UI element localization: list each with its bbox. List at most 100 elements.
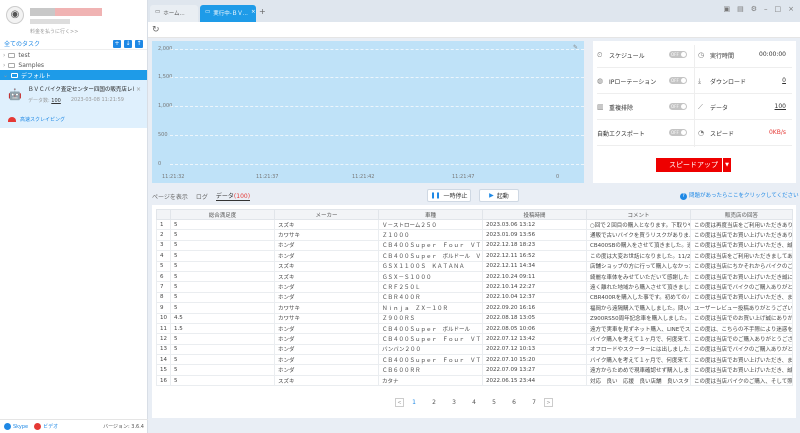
- reload-icon[interactable]: ↻: [152, 25, 160, 35]
- autoexport-toggle[interactable]: OFF: [669, 129, 687, 136]
- table-row[interactable]: 1 5 スズキ Ｖ－ストローム２５０ 2023.03.06 13:12 ○回で２回目の購入…: [156, 218, 793, 231]
- upgrade-link[interactable]: 料金を払うに行く>>: [30, 28, 78, 35]
- table-row[interactable]: 10 4.5 カワサキ Ｚ９００ＲＳ 2022.08.18 13:05 Z900RS50周…: [156, 312, 793, 324]
- close-window-icon[interactable]: ×: [788, 5, 794, 13]
- globe-icon: ◍: [597, 77, 604, 85]
- table-cell: 2022.12.11 14:34: [482, 260, 587, 272]
- next-page-button[interactable]: >: [544, 398, 553, 407]
- table-row[interactable]: 8 5 ホンダ ＣＢＲ４００Ｒ 2022.10.04 12:37 CBR400Rを購入した…: [156, 291, 793, 304]
- skype-icon: [4, 423, 11, 430]
- table-cell: 14: [156, 354, 171, 366]
- page-button[interactable]: 6: [504, 399, 524, 406]
- new-folder-icon[interactable]: +: [113, 39, 121, 48]
- dedupe-toggle[interactable]: OFF: [669, 103, 687, 110]
- table-cell: 5: [170, 343, 275, 356]
- close-icon[interactable]: ×: [136, 86, 141, 93]
- minimize-icon[interactable]: –: [764, 5, 768, 13]
- table-row[interactable]: 2 5 カワサキ Ｚ１０００ 2023.01.09 13:56 通販で古いバイクを買うリス…: [156, 229, 793, 241]
- page-button[interactable]: 3: [444, 399, 464, 406]
- page-button[interactable]: 5: [484, 399, 504, 406]
- help-link[interactable]: ? 問題があったらここをクリックしてください: [680, 191, 799, 200]
- grid-line: [170, 164, 584, 165]
- tree-item-default[interactable]: ⌄ デフォルト: [0, 70, 147, 80]
- table-row[interactable]: 6 5 スズキ ＧＳＸ－Ｓ１０００ 2022.10.24 09:11 綺麗な車体をみせてい…: [156, 270, 793, 283]
- tab-log[interactable]: ログ: [196, 192, 208, 201]
- table-cell: スズキ: [274, 218, 379, 231]
- table-row[interactable]: 4 5 ホンダ ＣＢ４００Ｓｕｐｅｒ ボルドール ＶＴ... 2022.12.11 16…: [156, 250, 793, 262]
- grid-line: [170, 135, 584, 136]
- tree-item-test[interactable]: › test: [0, 50, 147, 60]
- schedule-toggle[interactable]: OFF: [669, 51, 687, 58]
- ip-rotation-toggle[interactable]: OFF: [669, 77, 687, 84]
- import-icon[interactable]: ↓: [124, 39, 132, 48]
- tab-running[interactable]: ▭ 実行中-ＢＶ... ×: [200, 5, 256, 22]
- table-row[interactable]: 14 5 ホンダ ＣＢ４００Ｓｕｐｅｒ Ｆｏｕｒ ＶＴＥＣ 2022.07.10 15:…: [156, 354, 793, 366]
- task-item[interactable]: 🤖 ＢＶＣバイク査定センター四国の販売店レビュー × データ数: 100 202…: [0, 80, 147, 128]
- chevron-right-icon[interactable]: ›: [3, 62, 5, 69]
- table-cell: カワサキ: [274, 312, 379, 324]
- speed-row: ◔ スピード 0KB/s: [698, 123, 792, 143]
- download-value[interactable]: 0: [782, 77, 786, 84]
- book-icon[interactable]: ▤: [737, 5, 744, 13]
- gift-icon[interactable]: ▣: [723, 5, 730, 13]
- column-header[interactable]: 総合満足度: [170, 209, 275, 220]
- table-row[interactable]: 11 1.5 ホンダ ＣＢ４００Ｓｕｐｅｒ ボルドール 2022.08.05 10:06…: [156, 322, 793, 335]
- column-header[interactable]: コメント: [586, 209, 691, 220]
- skype-link[interactable]: Skype: [4, 423, 28, 430]
- column-header[interactable]: メーカー: [274, 209, 379, 220]
- page-button[interactable]: 4: [464, 399, 484, 406]
- table-cell: 店舗ショップの方に行って購入しなかった...: [586, 260, 691, 272]
- table-row[interactable]: 7 5 ホンダ ＣＲＦ２５０Ｌ 2022.10.14 22:27 遠く離れた地域から購入さ…: [156, 281, 793, 293]
- task-status: 高速スクレイピング: [8, 116, 65, 123]
- chevron-down-icon[interactable]: ▼: [722, 158, 731, 172]
- table-cell: 4: [156, 250, 171, 262]
- chevron-down-icon[interactable]: ⌄: [3, 72, 8, 79]
- x-tick-label: 11:21:42: [352, 174, 375, 180]
- table-cell: 5: [170, 250, 275, 262]
- page-button[interactable]: 1: [404, 399, 424, 406]
- table-cell: 対応 良い 応援 良い店舗 良いスタッフ...: [586, 374, 691, 387]
- tree-item-samples[interactable]: › Samples: [0, 60, 147, 70]
- tab-data[interactable]: データ(100): [215, 191, 251, 201]
- tab-home[interactable]: ▭ ホーム...: [150, 5, 198, 22]
- column-header[interactable]: 車種: [378, 209, 483, 220]
- gear-icon[interactable]: ⚙: [751, 5, 757, 13]
- task-meta: データ数: 100 2023-03-08 11:21:59: [28, 97, 124, 104]
- view-tabs: ページを表示 ログ データ(100): [152, 189, 251, 203]
- task-count[interactable]: 100: [51, 98, 61, 104]
- page-button[interactable]: 2: [424, 399, 444, 406]
- add-tab-icon[interactable]: +: [259, 7, 266, 16]
- table-row[interactable]: 16 5 スズキ カタナ 2022.06.15 23:44 対応 良い 応援 良い店舗 良…: [156, 374, 793, 387]
- column-header[interactable]: 販売店の回答: [690, 209, 793, 220]
- close-icon[interactable]: ×: [251, 9, 256, 18]
- column-header[interactable]: 投稿時間: [482, 209, 587, 220]
- tab-page-view[interactable]: ページを表示: [152, 192, 188, 201]
- page-button[interactable]: 7: [524, 399, 544, 406]
- avatar[interactable]: ◉: [6, 6, 24, 24]
- pause-button[interactable]: ❚❚ 一時停止: [427, 189, 471, 202]
- table-cell: ホンダ: [274, 250, 379, 262]
- all-tasks-label[interactable]: 全てのタスク: [4, 39, 40, 48]
- table-row[interactable]: 13 5 ホンダ バンバン２００ 2022.07.12 10:13 オフロードやスクーター…: [156, 343, 793, 356]
- table-cell: ＣＢ４００Ｓｕｐｅｒ ボルドール: [378, 322, 483, 335]
- table-row[interactable]: 3 5 ホンダ ＣＢ４００Ｓｕｐｅｒ Ｆｏｕｒ ＶＴＥＣ 2022.12.18 18:2…: [156, 239, 793, 252]
- start-button[interactable]: ▶ 起動: [479, 189, 519, 202]
- video-link[interactable]: ビデオ: [34, 423, 58, 430]
- divider: [597, 93, 792, 94]
- table-row[interactable]: 9 5 カワサキ Ｎｉｎｊａ ＺＸ－１０Ｒ 2022.09.20 16:16 福岡から遠隔…: [156, 302, 793, 314]
- maximize-icon[interactable]: □: [775, 5, 782, 13]
- table-row[interactable]: 15 5 ホンダ ＣＢ６００ＲＲ 2022.07.09 13:27 遠方からためめで現車確…: [156, 364, 793, 376]
- export-icon[interactable]: ↑: [135, 39, 143, 48]
- column-header[interactable]: [156, 209, 171, 220]
- speedup-button[interactable]: スピードアップ ▼: [656, 158, 731, 172]
- table-row[interactable]: 12 5 ホンダ ＣＢ４００Ｓｕｐｅｒ Ｆｏｕｒ ＶＴＥＣ 2022.07.12 13:…: [156, 333, 793, 345]
- prev-page-button[interactable]: <: [395, 398, 404, 407]
- schedule-label: スケジュール: [609, 52, 645, 60]
- tree-item-label: Samples: [18, 61, 45, 69]
- window-controls: ▣ ▤ ⚙ – □ ×: [723, 5, 794, 13]
- edit-icon[interactable]: ✎: [573, 44, 578, 51]
- speed-value: 0KB/s: [768, 129, 786, 136]
- data-value[interactable]: 100: [775, 103, 786, 110]
- chevron-right-icon[interactable]: ›: [3, 52, 5, 59]
- table-row[interactable]: 5 5 スズキ ＧＳＸ１１００Ｓ ＫＡＴＡＮＡ 2022.12.11 14:34 店舗ショ…: [156, 260, 793, 272]
